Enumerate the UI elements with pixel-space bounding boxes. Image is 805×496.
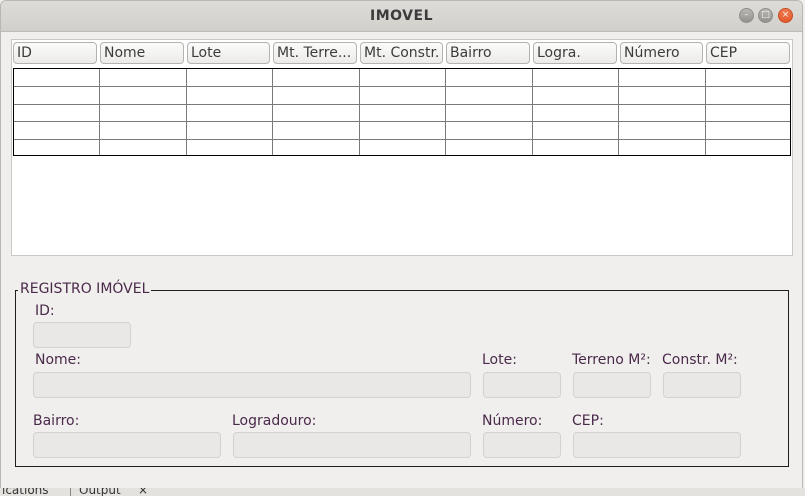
lote-field[interactable] bbox=[483, 372, 561, 398]
column-header-mt-terreno[interactable]: Mt. Terre... bbox=[273, 42, 357, 64]
title-bar[interactable]: IMOVEL – □ × bbox=[1, 1, 802, 32]
id-label: ID: bbox=[35, 303, 55, 319]
background-tab-output[interactable]: Output bbox=[70, 488, 121, 496]
column-divider bbox=[618, 69, 619, 155]
column-divider bbox=[532, 69, 533, 155]
maximize-icon[interactable]: □ bbox=[758, 8, 773, 23]
background-tab-applications[interactable]: ications bbox=[2, 488, 49, 496]
minimize-icon[interactable]: – bbox=[739, 8, 754, 23]
column-header-lote[interactable]: Lote bbox=[187, 42, 270, 64]
column-divider bbox=[186, 69, 187, 155]
column-header-cep[interactable]: CEP bbox=[706, 42, 790, 64]
cep-label: CEP: bbox=[572, 413, 604, 429]
row-divider bbox=[14, 139, 790, 140]
column-divider bbox=[359, 69, 360, 155]
numero-label: Número: bbox=[482, 413, 543, 429]
terreno-field[interactable] bbox=[573, 372, 651, 398]
close-icon[interactable]: × bbox=[778, 8, 793, 23]
lote-label: Lote: bbox=[482, 352, 517, 368]
column-header-mt-constr[interactable]: Mt. Constr. bbox=[360, 42, 443, 64]
close-icon[interactable]: × bbox=[138, 488, 148, 496]
column-header-logradouro[interactable]: Logra. bbox=[533, 42, 617, 64]
constr-label: Constr. M²: bbox=[662, 352, 738, 368]
background-ide-tabs: ications Output × bbox=[0, 488, 805, 496]
numero-field[interactable] bbox=[483, 432, 561, 458]
imovel-table[interactable]: ID Nome Lote Mt. Terre... Mt. Constr. Ba… bbox=[11, 39, 793, 256]
column-header-bairro[interactable]: Bairro bbox=[446, 42, 530, 64]
id-field[interactable] bbox=[33, 322, 131, 348]
row-divider bbox=[14, 121, 790, 122]
bairro-field[interactable] bbox=[33, 432, 221, 458]
column-divider bbox=[272, 69, 273, 155]
nome-field[interactable] bbox=[33, 372, 471, 398]
imovel-window: IMOVEL – □ × ID Nome Lote Mt. Terre... M… bbox=[0, 0, 803, 490]
window-title: IMOVEL bbox=[370, 8, 433, 24]
nome-label: Nome: bbox=[35, 352, 82, 368]
cep-field[interactable] bbox=[573, 432, 741, 458]
logradouro-label: Logradouro: bbox=[232, 413, 317, 429]
registro-imovel-legend: REGISTRO IMÓVEL bbox=[18, 281, 152, 297]
terreno-label: Terreno M²: bbox=[572, 352, 651, 368]
column-divider bbox=[99, 69, 100, 155]
column-divider bbox=[705, 69, 706, 155]
column-header-id[interactable]: ID bbox=[13, 42, 97, 64]
bairro-label: Bairro: bbox=[33, 413, 80, 429]
row-divider bbox=[14, 104, 790, 105]
column-header-nome[interactable]: Nome bbox=[100, 42, 184, 64]
constr-field[interactable] bbox=[663, 372, 741, 398]
table-grid[interactable] bbox=[13, 68, 791, 156]
column-header-numero[interactable]: Número bbox=[620, 42, 703, 64]
logradouro-field[interactable] bbox=[233, 432, 471, 458]
column-divider bbox=[445, 69, 446, 155]
row-divider bbox=[14, 86, 790, 87]
